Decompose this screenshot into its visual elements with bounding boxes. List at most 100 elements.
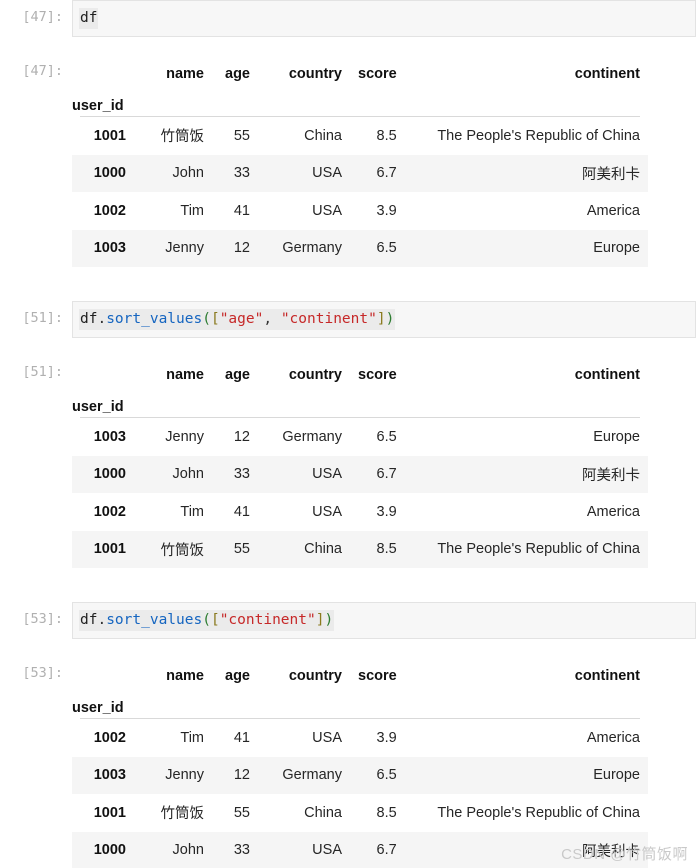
row-index-cell: 1000 xyxy=(93,165,126,182)
row-index-cell: 1001 xyxy=(93,804,126,821)
table-cell: 6.5 xyxy=(376,767,397,784)
table-cell: USA xyxy=(312,842,342,859)
cell-spacer xyxy=(0,639,696,653)
table-cell: China xyxy=(304,127,342,144)
table-cell: 55 xyxy=(233,541,250,558)
table-cell: Germany xyxy=(282,240,342,257)
cell-prompt-label: [51]: xyxy=(22,364,63,380)
table-cell: Jenny xyxy=(165,767,204,784)
table-cell: China xyxy=(304,541,342,558)
column-header: continent xyxy=(574,668,640,684)
index-row-spacer xyxy=(258,385,350,417)
code-token: df xyxy=(80,10,98,26)
index-corner-cell xyxy=(72,352,134,385)
table-cell: 3.9 xyxy=(376,729,397,746)
index-name-label: user_id xyxy=(72,98,124,114)
dataframe-output: name age country score continent user_id 1001 竹… xyxy=(72,51,696,267)
code-token: df xyxy=(80,612,98,628)
index-name-label: user_id xyxy=(72,399,124,415)
row-index-cell: 1003 xyxy=(93,428,126,445)
code-input-area[interactable]: df.sort_values(["continent"]) xyxy=(72,602,696,639)
table-cell: 33 xyxy=(233,165,250,182)
code-token: df xyxy=(80,311,98,327)
table-cell: 竹筒饭 xyxy=(160,542,205,559)
table-cell: 阿美利卡 xyxy=(582,467,640,484)
row-index-cell: 1000 xyxy=(93,466,126,483)
code-cell[interactable]: [53]: df.sort_values(["continent"]) xyxy=(0,602,696,639)
code-input-area[interactable]: df xyxy=(72,0,696,37)
table-cell: USA xyxy=(312,503,342,520)
table-cell: Tim xyxy=(180,503,204,520)
column-header: age xyxy=(225,668,250,684)
table-cell: 41 xyxy=(233,503,250,520)
column-header: continent xyxy=(574,66,640,82)
cell-prompt-label: [53]: xyxy=(22,665,63,681)
column-header: name xyxy=(166,367,204,383)
column-header: country xyxy=(288,66,342,82)
column-header: age xyxy=(225,66,250,82)
code-token: sort_values xyxy=(106,612,203,628)
table-cell: John xyxy=(172,165,204,182)
code-input-area[interactable]: df.sort_values(["age", "continent"]) xyxy=(72,301,696,338)
row-index-cell: 1002 xyxy=(93,503,126,520)
table-cell: 55 xyxy=(233,804,250,821)
table-cell: USA xyxy=(312,202,342,219)
table-cell: America xyxy=(586,503,640,520)
cell-prompt-label: [51]: xyxy=(22,310,63,326)
output-cell: [47]: name age country score continent user_id… xyxy=(0,51,696,267)
table-cell: 6.7 xyxy=(376,165,397,182)
code-cell[interactable]: [51]: df.sort_values(["age", "continent"]… xyxy=(0,301,696,338)
table-cell: John xyxy=(172,842,204,859)
table-cell: 12 xyxy=(233,767,250,784)
table-cell: The People's Republic of China xyxy=(437,541,640,558)
code-token: , xyxy=(263,311,281,327)
table-cell: 竹筒饭 xyxy=(160,806,205,823)
column-header: name xyxy=(166,66,204,82)
table-cell: USA xyxy=(312,466,342,483)
index-row-spacer xyxy=(134,84,212,116)
table-cell: 41 xyxy=(233,202,250,219)
column-header: score xyxy=(358,66,397,82)
row-index-cell: 1002 xyxy=(93,202,126,219)
row-index-cell: 1001 xyxy=(93,541,126,558)
code-cell[interactable]: [47]: df xyxy=(0,0,696,37)
index-row-spacer xyxy=(405,686,648,718)
code-line[interactable]: df xyxy=(79,8,99,29)
row-index-cell: 1000 xyxy=(93,842,126,859)
dataframe-output: name age country score continent user_id 1002 T… xyxy=(72,653,696,868)
table-cell: John xyxy=(172,466,204,483)
code-token: ) xyxy=(385,311,395,327)
table-row: 1000 John 33 USA 6.7 阿美利卡 xyxy=(72,455,648,493)
index-row-spacer xyxy=(258,84,350,116)
table-row: 1003 Jenny 12 Germany 6.5 Europe xyxy=(72,418,648,456)
cell-spacer xyxy=(0,37,696,51)
dataframe-table: name age country score continent user_id 1001 竹… xyxy=(72,51,648,267)
cell-spacer xyxy=(0,267,696,301)
cell-prompt-label: [53]: xyxy=(22,611,63,627)
code-token: [ xyxy=(210,612,220,628)
table-cell: Tim xyxy=(180,729,204,746)
row-index-cell: 1003 xyxy=(93,240,126,257)
table-cell: 8.5 xyxy=(376,127,397,144)
notebook-page: [47]: df [47]: name age country score continent… xyxy=(0,0,696,868)
code-line[interactable]: df.sort_values(["age", "continent"]) xyxy=(79,309,396,330)
column-header: score xyxy=(358,367,397,383)
dataframe-table: name age country score continent user_id 1003 J… xyxy=(72,352,648,568)
dataframe-output: name age country score continent user_id 1003 J… xyxy=(72,352,696,568)
table-row: 1001 竹筒饭 55 China 8.5 The People's Republic o… xyxy=(72,117,648,155)
index-row-spacer xyxy=(212,385,258,417)
column-header: country xyxy=(288,367,342,383)
index-name-label: user_id xyxy=(72,700,124,716)
table-row: 1001 竹筒饭 55 China 8.5 The People's Republic o… xyxy=(72,794,648,832)
code-token: ( xyxy=(202,311,211,327)
code-line[interactable]: df.sort_values(["continent"]) xyxy=(79,610,335,631)
table-body: 1001 竹筒饭 55 China 8.5 The People's Republic o… xyxy=(72,117,648,267)
index-row-spacer xyxy=(134,686,212,718)
table-cell: Jenny xyxy=(165,428,204,445)
row-index-cell: 1002 xyxy=(93,729,126,746)
table-cell: 6.7 xyxy=(376,842,397,859)
code-token: "age" xyxy=(219,311,264,327)
cell-spacer xyxy=(0,568,696,602)
column-header: name xyxy=(166,668,204,684)
table-cell: Europe xyxy=(593,240,640,257)
